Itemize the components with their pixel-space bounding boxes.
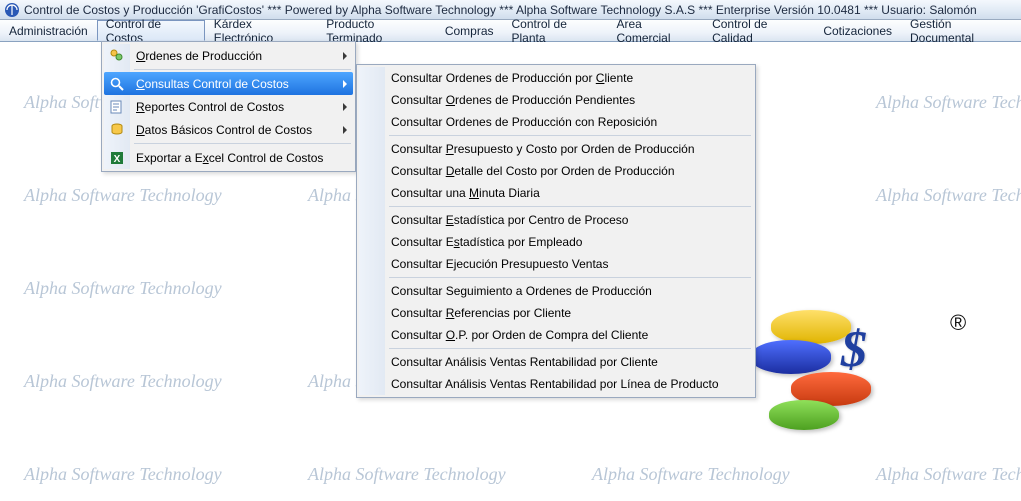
menu-item[interactable]: Producto Terminado — [317, 20, 436, 41]
menu-item[interactable]: Gestión Documental — [901, 20, 1021, 41]
submenu-item-label: Consultar Presupuesto y Costo por Orden … — [391, 142, 695, 156]
dropdown-item[interactable]: Consultas Control de Costos — [104, 72, 353, 95]
dropdown-item-label: Ordenes de Producción — [136, 49, 262, 63]
menu-item[interactable]: Control de Planta — [503, 20, 608, 41]
watermark-text: Alpha Software Technology — [24, 278, 222, 299]
menu-separator — [389, 277, 751, 278]
submenu-item[interactable]: Consultar Análisis Ventas Rentabilidad p… — [359, 373, 753, 395]
submenu-arrow-icon — [343, 52, 347, 60]
submenu-item[interactable]: Consultar Ordenes de Producción por Clie… — [359, 67, 753, 89]
submenu-item[interactable]: Consultar Referencias por Cliente — [359, 302, 753, 324]
watermark-text: Alpha Software Technology — [24, 464, 222, 485]
submenu-item-label: Consultar Estadística por Centro de Proc… — [391, 213, 628, 227]
menu-separator — [389, 348, 751, 349]
excel-icon: X — [109, 150, 125, 166]
dropdown-item[interactable]: Datos Básicos Control de Costos — [104, 118, 353, 141]
submenu-item[interactable]: Consultar Estadística por Empleado — [359, 231, 753, 253]
menu-separator — [134, 143, 351, 144]
submenu-item-label: Consultar Ordenes de Producción Pendient… — [391, 93, 635, 107]
submenu-arrow-icon — [343, 126, 347, 134]
submenu-item[interactable]: Consultar Ejecución Presupuesto Ventas — [359, 253, 753, 275]
dropdown-item-label: Reportes Control de Costos — [136, 100, 284, 114]
submenu-item-label: Consultar Referencias por Cliente — [391, 306, 571, 320]
submenu-item[interactable]: Consultar Ordenes de Producción Pendient… — [359, 89, 753, 111]
dropdown-item[interactable]: Ordenes de Producción — [104, 44, 353, 67]
menu-item[interactable]: Area Comercial — [607, 20, 703, 41]
submenu-item[interactable]: Consultar Análisis Ventas Rentabilidad p… — [359, 351, 753, 373]
menu-separator — [389, 135, 751, 136]
submenu-item-label: Consultar Análisis Ventas Rentabilidad p… — [391, 377, 719, 391]
watermark-text: Alpha Software Technology — [24, 371, 222, 392]
submenu-item[interactable]: Consultar Detalle del Costo por Orden de… — [359, 160, 753, 182]
menu-item[interactable]: Kárdex Electrónico — [205, 20, 317, 41]
dropdown-item[interactable]: Reportes Control de Costos — [104, 95, 353, 118]
submenu-item-label: Consultar Ejecución Presupuesto Ventas — [391, 257, 608, 271]
submenu-item-label: Consultar Detalle del Costo por Orden de… — [391, 164, 675, 178]
submenu-item[interactable]: Consultar Seguimiento a Ordenes de Produ… — [359, 280, 753, 302]
watermark-text: Alpha Software Technology — [876, 464, 1021, 485]
search-icon — [109, 76, 125, 92]
submenu-item-label: Consultar Seguimiento a Ordenes de Produ… — [391, 284, 652, 298]
submenu-item[interactable]: Consultar una Minuta Diaria — [359, 182, 753, 204]
submenu-item-label: Consultar Análisis Ventas Rentabilidad p… — [391, 355, 658, 369]
watermark-text: Alpha Software Technology — [24, 185, 222, 206]
watermark-text: Alpha Software Technology — [592, 464, 790, 485]
menu-item[interactable]: Cotizaciones — [814, 20, 901, 41]
svg-text:X: X — [114, 154, 121, 165]
dropdown-item-label: Exportar a Excel Control de Costos — [136, 151, 323, 165]
watermark-text: Alpha Software Technology — [308, 464, 506, 485]
submenu-arrow-icon — [343, 80, 347, 88]
orders-icon — [109, 48, 125, 64]
submenu-arrow-icon — [343, 103, 347, 111]
report-icon — [109, 99, 125, 115]
menu-item[interactable]: Control de Costos — [97, 20, 205, 41]
submenu-consultas-control-de-costos: Consultar Ordenes de Producción por Clie… — [356, 64, 756, 398]
database-icon — [109, 122, 125, 138]
watermark-text: Alpha Software Technology — [876, 185, 1021, 206]
dropdown-item-label: Consultas Control de Costos — [136, 77, 289, 91]
submenu-item[interactable]: Consultar O.P. por Orden de Compra del C… — [359, 324, 753, 346]
menu-item[interactable]: Compras — [436, 20, 503, 41]
brand-logo: $ — [741, 300, 921, 450]
watermark-text: Alpha Software Technology — [876, 92, 1021, 113]
submenu-item[interactable]: Consultar Presupuesto y Costo por Orden … — [359, 138, 753, 160]
menu-separator — [134, 69, 351, 70]
submenu-item-label: Consultar Estadística por Empleado — [391, 235, 582, 249]
menu-bar: AdministraciónControl de CostosKárdex El… — [0, 20, 1021, 42]
submenu-item[interactable]: Consultar Ordenes de Producción con Repo… — [359, 111, 753, 133]
dropdown-control-de-costos: Ordenes de Producción Consultas Control d… — [101, 41, 356, 172]
dropdown-item[interactable]: X Exportar a Excel Control de Costos — [104, 146, 353, 169]
window-title: Control de Costos y Producción 'GrafiCos… — [24, 3, 977, 17]
menu-item[interactable]: Control de Calidad — [703, 20, 814, 41]
app-icon — [4, 2, 20, 18]
submenu-item-label: Consultar Ordenes de Producción con Repo… — [391, 115, 657, 129]
submenu-item[interactable]: Consultar Estadística por Centro de Proc… — [359, 209, 753, 231]
submenu-item-label: Consultar Ordenes de Producción por Clie… — [391, 71, 633, 85]
menu-separator — [389, 206, 751, 207]
menu-item[interactable]: Administración — [0, 20, 97, 41]
submenu-item-label: Consultar O.P. por Orden de Compra del C… — [391, 328, 648, 342]
dropdown-item-label: Datos Básicos Control de Costos — [136, 123, 312, 137]
submenu-item-label: Consultar una Minuta Diaria — [391, 186, 540, 200]
registered-mark: ® — [950, 310, 966, 336]
